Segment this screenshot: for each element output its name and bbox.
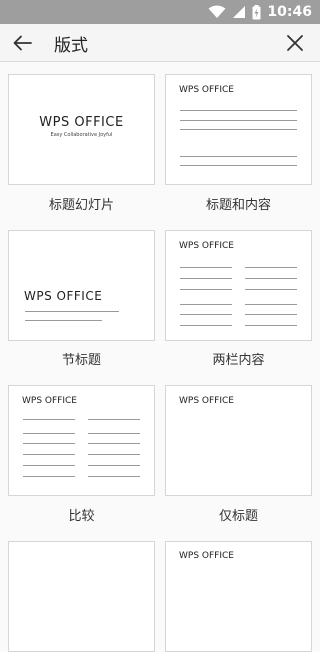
- placeholder-line: [180, 304, 232, 305]
- status-bar: 10:46: [0, 0, 320, 24]
- layout-card-blank[interactable]: [8, 541, 155, 652]
- status-icons: 10:46: [208, 3, 312, 21]
- page-title: 版式: [54, 36, 88, 56]
- placeholder-line: [88, 433, 140, 434]
- placeholder-line: [23, 476, 75, 477]
- card-title-text: WPS OFFICE: [179, 396, 234, 406]
- placeholder-line: [25, 320, 102, 321]
- layout-card-title-only[interactable]: WPS OFFICE: [165, 385, 312, 496]
- card-subtitle-text: Easy Collaborative Joyful: [50, 132, 113, 138]
- layout-label: 标题幻灯片: [48, 198, 114, 213]
- placeholder-line: [23, 443, 75, 444]
- close-icon[interactable]: [282, 30, 308, 56]
- placeholder-line: [23, 454, 75, 455]
- placeholder-line: [88, 476, 140, 477]
- placeholder-line: [180, 129, 297, 130]
- layout-card-title-slide[interactable]: WPS OFFICE Easy Collaborative Joyful: [8, 74, 155, 185]
- placeholder-line: [180, 289, 232, 290]
- placeholder-line: [180, 314, 232, 315]
- placeholder-line: [245, 325, 297, 326]
- layout-label: 比较: [68, 509, 95, 524]
- placeholder-line: [180, 110, 297, 111]
- placeholder-line: [245, 289, 297, 290]
- placeholder-line: [245, 267, 297, 268]
- layout-label: 标题和内容: [205, 198, 271, 213]
- placeholder-line: [245, 314, 297, 315]
- placeholder-line: [23, 433, 75, 434]
- card-title-text: WPS OFFICE: [179, 551, 234, 561]
- placeholder-line: [88, 465, 140, 466]
- placeholder-line: [23, 465, 75, 466]
- placeholder-line: [23, 419, 75, 420]
- card-title-text: WPS OFFICE: [179, 241, 234, 251]
- layout-card-comparison[interactable]: WPS OFFICE: [8, 385, 155, 496]
- placeholder-line: [25, 311, 119, 312]
- layout-card-partial[interactable]: WPS OFFICE: [165, 541, 312, 652]
- layout-card-two-content[interactable]: WPS OFFICE: [165, 230, 312, 341]
- back-arrow-icon[interactable]: [10, 30, 36, 56]
- layout-card-section-header[interactable]: WPS OFFICE: [8, 230, 155, 341]
- card-title-text: WPS OFFICE: [39, 115, 124, 130]
- placeholder-line: [88, 454, 140, 455]
- layout-label: 仅标题: [218, 509, 258, 524]
- layout-label: 节标题: [61, 353, 101, 368]
- placeholder-line: [180, 120, 297, 121]
- app-bar: 版式: [0, 24, 320, 62]
- status-time: 10:46: [267, 4, 312, 20]
- placeholder-line: [180, 267, 232, 268]
- placeholder-line: [180, 325, 232, 326]
- placeholder-line: [88, 443, 140, 444]
- layout-card-title-content[interactable]: WPS OFFICE: [165, 74, 312, 185]
- card-title-text: WPS OFFICE: [24, 289, 103, 303]
- placeholder-line: [180, 156, 297, 157]
- placeholder-line: [245, 304, 297, 305]
- placeholder-line: [180, 165, 297, 166]
- placeholder-line: [88, 419, 140, 420]
- signal-icon: [233, 6, 246, 18]
- layout-label: 两栏内容: [212, 353, 265, 368]
- wifi-icon: [208, 5, 226, 18]
- placeholder-line: [180, 278, 232, 279]
- placeholder-line: [245, 278, 297, 279]
- card-title-text: WPS OFFICE: [22, 396, 77, 406]
- card-title-text: WPS OFFICE: [179, 85, 234, 95]
- battery-icon: [252, 4, 261, 19]
